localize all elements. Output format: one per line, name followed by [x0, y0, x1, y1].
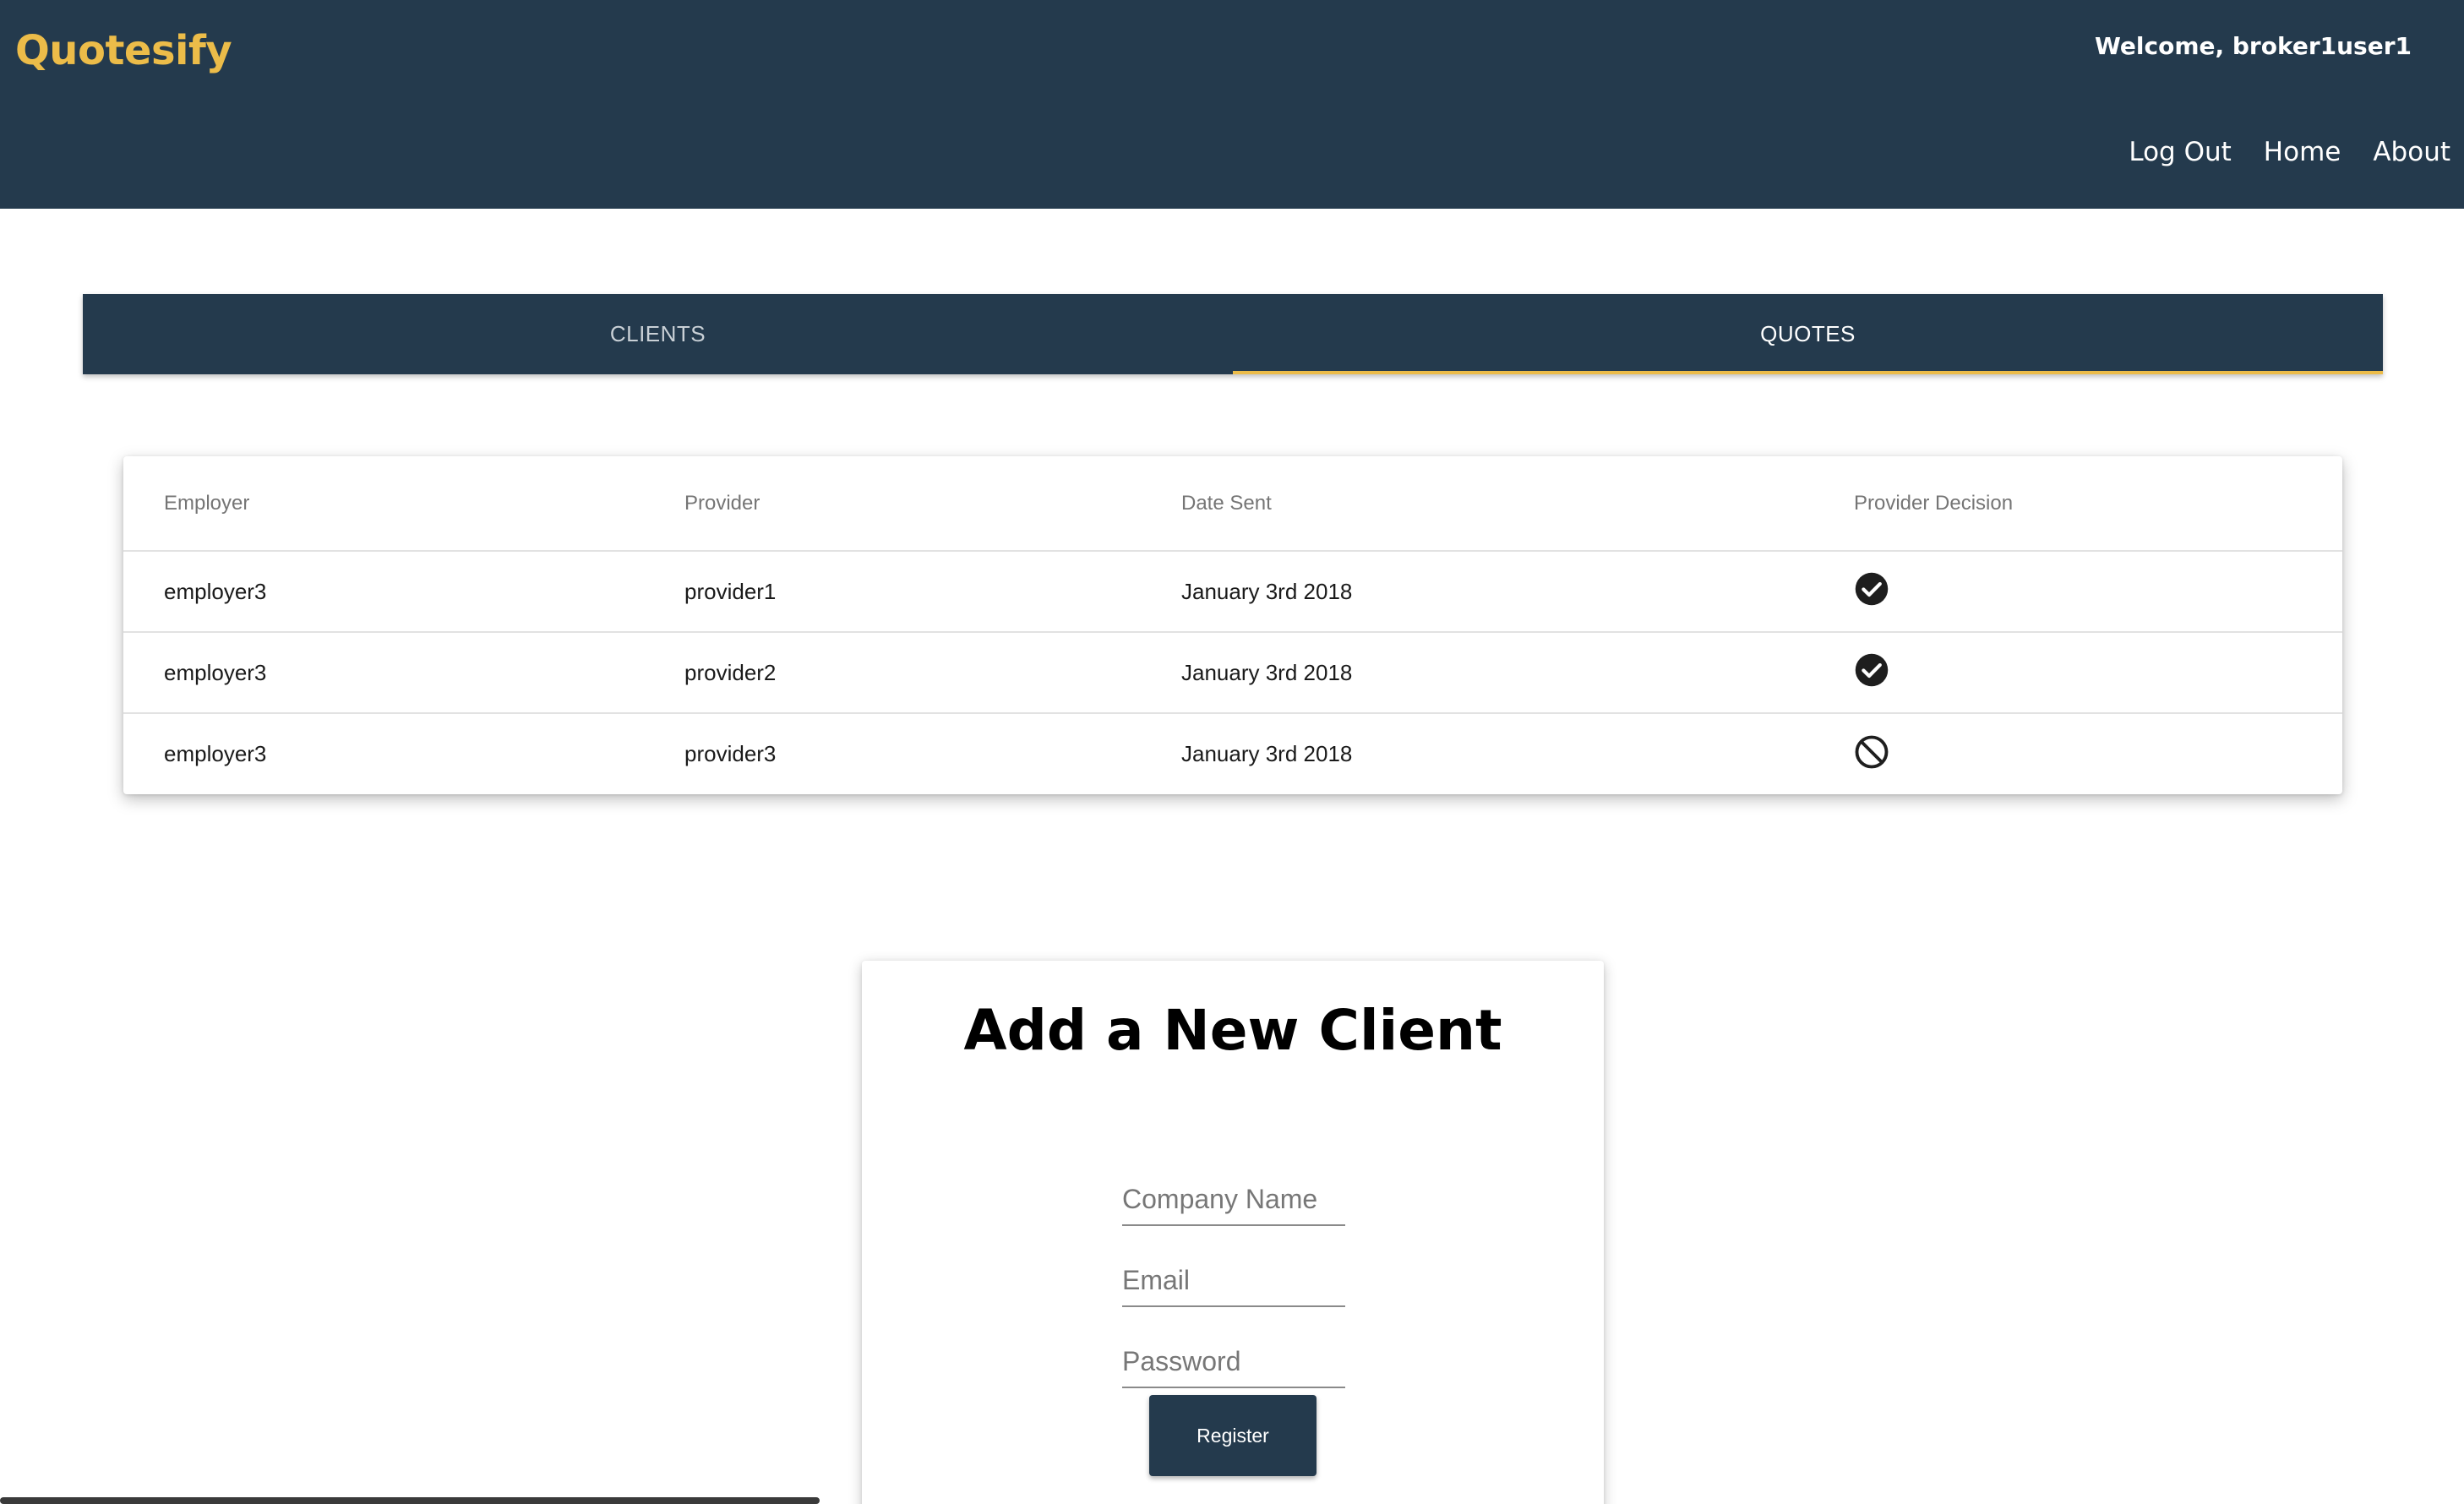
block-icon [1855, 735, 1889, 768]
column-header-date-sent[interactable]: Date Sent [1181, 456, 1272, 550]
table-row[interactable]: employer3 provider2 January 3rd 2018 [123, 633, 2342, 714]
password-input[interactable] [1122, 1336, 1345, 1388]
email-input[interactable] [1122, 1255, 1345, 1307]
employer-cell: employer3 [164, 578, 267, 604]
page: Quotesify Welcome, broker1user1 Log Out … [0, 0, 2464, 1504]
register-button[interactable]: Register [1149, 1395, 1316, 1476]
column-header-provider[interactable]: Provider [684, 456, 760, 550]
tab-bar: CLIENTS QUOTES [83, 294, 2383, 374]
provider-decision-cell [1854, 552, 1889, 631]
table-row[interactable]: employer3 provider1 January 3rd 2018 [123, 552, 2342, 633]
logout-link[interactable]: Log Out [2129, 137, 2231, 167]
app-header: Quotesify Welcome, broker1user1 Log Out … [0, 0, 2464, 209]
table-row[interactable]: employer3 provider3 January 3rd 2018 [123, 714, 2342, 794]
column-header-provider-decision[interactable]: Provider Decision [1854, 456, 2013, 550]
date-sent-cell: January 3rd 2018 [1181, 578, 1353, 604]
provider-cell: provider1 [684, 578, 777, 604]
column-header-employer[interactable]: Employer [164, 456, 249, 550]
check-circle-icon [1855, 653, 1889, 687]
brand-logo[interactable]: Quotesify [15, 27, 232, 74]
provider-decision-cell [1854, 633, 1889, 712]
quotes-table: Employer Provider Date Sent Provider Dec… [123, 456, 2342, 794]
provider-decision-cell [1854, 714, 1889, 794]
date-sent-cell: January 3rd 2018 [1181, 659, 1353, 685]
top-nav: Log Out Home About [2129, 137, 2450, 167]
date-sent-cell: January 3rd 2018 [1181, 741, 1353, 766]
employer-cell: employer3 [164, 659, 267, 685]
table-header-row: Employer Provider Date Sent Provider Dec… [123, 456, 2342, 552]
home-link[interactable]: Home [2264, 137, 2341, 167]
welcome-message: Welcome, broker1user1 [2095, 32, 2412, 60]
provider-cell: provider2 [684, 659, 777, 685]
tab-clients[interactable]: CLIENTS [83, 294, 1233, 374]
employer-cell: employer3 [164, 741, 267, 766]
about-link[interactable]: About [2373, 137, 2450, 167]
add-client-form: Add a New Client Register [862, 961, 1604, 1504]
provider-cell: provider3 [684, 741, 777, 766]
tab-quotes[interactable]: QUOTES [1233, 294, 2383, 374]
company-name-input[interactable] [1122, 1174, 1345, 1226]
horizontal-scrollbar[interactable] [0, 1497, 820, 1504]
form-title: Add a New Client [963, 998, 1502, 1063]
check-circle-icon [1855, 572, 1889, 606]
